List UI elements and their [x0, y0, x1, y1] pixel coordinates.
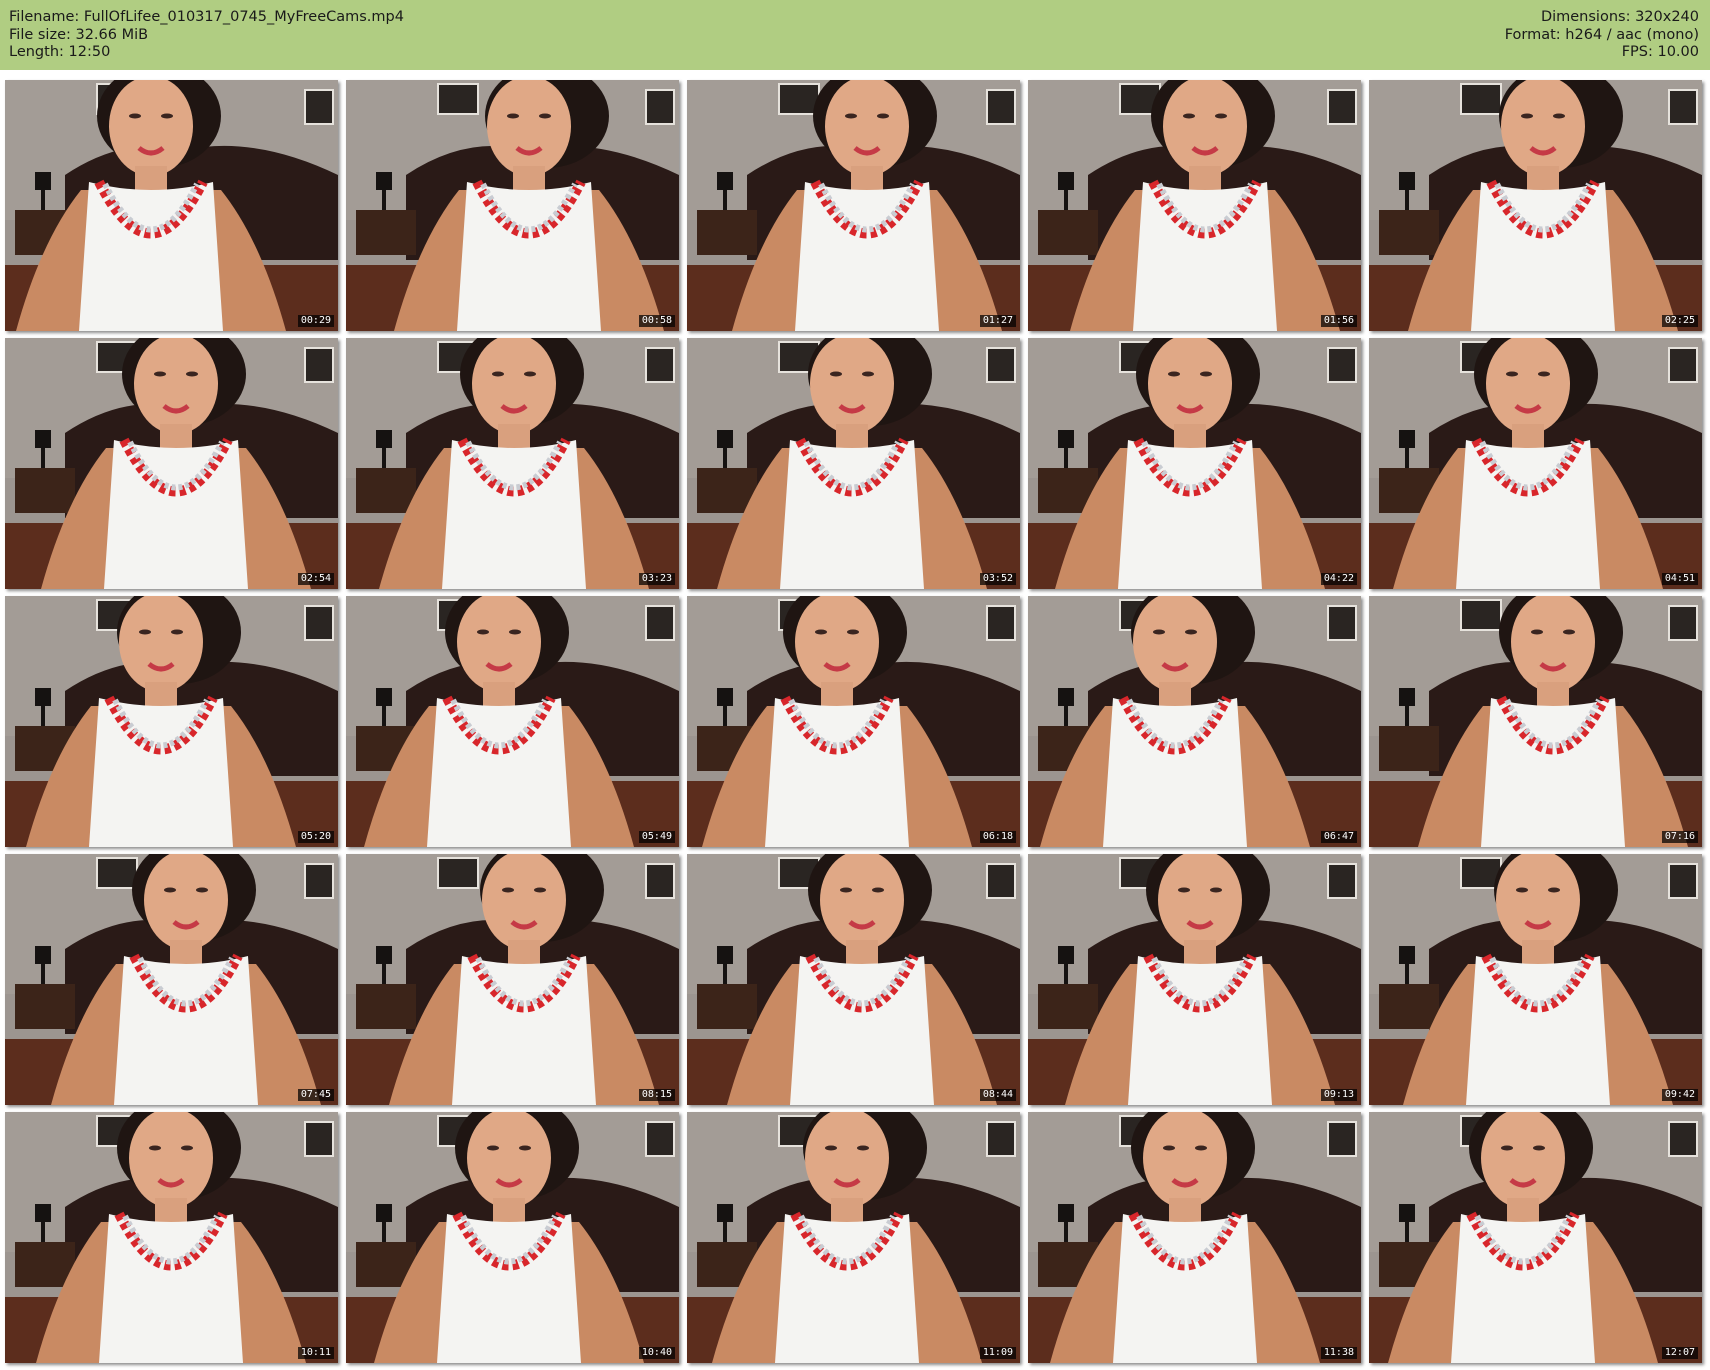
frame-timestamp: 06:47 — [1320, 831, 1357, 843]
frame-timestamp: 08:44 — [979, 1089, 1016, 1101]
thumbnail-frame: 03:23 — [346, 338, 679, 589]
thumbnail-frame: 06:18 — [687, 596, 1020, 847]
video-frame-image — [5, 854, 338, 1105]
frame-timestamp: 09:13 — [1320, 1089, 1357, 1101]
video-frame-image — [5, 1112, 338, 1363]
video-frame-image — [687, 854, 1020, 1105]
video-frame-image — [1369, 338, 1702, 589]
frame-timestamp: 10:11 — [297, 1347, 334, 1359]
video-frame-image — [5, 338, 338, 589]
frame-timestamp: 11:09 — [979, 1347, 1016, 1359]
video-frame-image — [346, 854, 679, 1105]
thumbnail-frame: 05:49 — [346, 596, 679, 847]
frame-timestamp: 01:56 — [1320, 315, 1357, 327]
thumbnail-grid: 00:29 00:58 01:27 01:56 02:25 02:54 03:23 03:52… — [0, 0, 1710, 1370]
frame-timestamp: 02:25 — [1661, 315, 1698, 327]
video-frame-image — [687, 1112, 1020, 1363]
thumbnail-frame: 05:20 — [5, 596, 338, 847]
frame-timestamp: 04:22 — [1320, 573, 1357, 585]
frame-timestamp: 03:52 — [979, 573, 1016, 585]
frame-timestamp: 11:38 — [1320, 1347, 1357, 1359]
thumbnail-frame: 07:45 — [5, 854, 338, 1105]
thumbnail-frame: 06:47 — [1028, 596, 1361, 847]
video-frame-image — [1369, 1112, 1702, 1363]
thumbnail-frame: 04:22 — [1028, 338, 1361, 589]
thumbnail-frame: 11:09 — [687, 1112, 1020, 1363]
thumbnail-frame: 00:58 — [346, 80, 679, 331]
thumbnail-frame: 02:54 — [5, 338, 338, 589]
video-frame-image — [5, 80, 338, 331]
frame-timestamp: 08:15 — [638, 1089, 675, 1101]
video-frame-image — [1028, 80, 1361, 331]
frame-timestamp: 07:45 — [297, 1089, 334, 1101]
thumbnail-frame: 11:38 — [1028, 1112, 1361, 1363]
video-frame-image — [1369, 80, 1702, 331]
thumbnail-frame: 01:27 — [687, 80, 1020, 331]
frame-timestamp: 03:23 — [638, 573, 675, 585]
frame-timestamp: 05:20 — [297, 831, 334, 843]
thumbnail-frame: 09:42 — [1369, 854, 1702, 1105]
thumbnail-frame: 01:56 — [1028, 80, 1361, 331]
frame-timestamp: 01:27 — [979, 315, 1016, 327]
thumbnail-frame: 10:40 — [346, 1112, 679, 1363]
video-frame-image — [1369, 596, 1702, 847]
frame-timestamp: 06:18 — [979, 831, 1016, 843]
thumbnail-frame: 07:16 — [1369, 596, 1702, 847]
thumbnail-frame: 12:07 — [1369, 1112, 1702, 1363]
frame-timestamp: 09:42 — [1661, 1089, 1698, 1101]
video-frame-image — [1028, 1112, 1361, 1363]
video-frame-image — [687, 596, 1020, 847]
thumbnail-frame: 09:13 — [1028, 854, 1361, 1105]
video-frame-image — [346, 596, 679, 847]
frame-timestamp: 04:51 — [1661, 573, 1698, 585]
video-frame-image — [346, 1112, 679, 1363]
thumbnail-frame: 00:29 — [5, 80, 338, 331]
video-frame-image — [5, 596, 338, 847]
frame-timestamp: 00:58 — [638, 315, 675, 327]
frame-timestamp: 12:07 — [1661, 1347, 1698, 1359]
frame-timestamp: 07:16 — [1661, 831, 1698, 843]
video-frame-image — [687, 80, 1020, 331]
video-frame-image — [346, 338, 679, 589]
video-frame-image — [1369, 854, 1702, 1105]
thumbnail-frame: 10:11 — [5, 1112, 338, 1363]
thumbnail-frame: 02:25 — [1369, 80, 1702, 331]
frame-timestamp: 05:49 — [638, 831, 675, 843]
thumbnail-frame: 08:15 — [346, 854, 679, 1105]
frame-timestamp: 00:29 — [297, 315, 334, 327]
video-frame-image — [1028, 338, 1361, 589]
thumbnail-frame: 04:51 — [1369, 338, 1702, 589]
thumbnail-frame: 08:44 — [687, 854, 1020, 1105]
video-frame-image — [1028, 854, 1361, 1105]
video-frame-image — [346, 80, 679, 331]
video-frame-image — [687, 338, 1020, 589]
frame-timestamp: 02:54 — [297, 573, 334, 585]
frame-timestamp: 10:40 — [638, 1347, 675, 1359]
video-frame-image — [1028, 596, 1361, 847]
thumbnail-frame: 03:52 — [687, 338, 1020, 589]
